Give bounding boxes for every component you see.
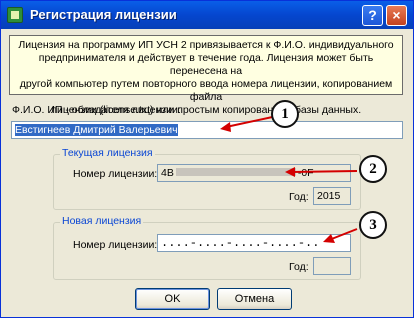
callout-badge-3: 3: [359, 211, 387, 239]
callout-arrow-2: [290, 170, 358, 173]
license-dialog: Регистрация лицензии ? × Лицензия на про…: [0, 0, 414, 318]
callout-arrowhead-2: [285, 167, 295, 177]
callout-arrow-1: [225, 115, 278, 128]
callout-arrowhead-1: [220, 122, 231, 132]
callout-arrow-3: [328, 228, 358, 241]
callout-badge-2: 2: [359, 155, 387, 183]
callout-arrows: [220, 115, 358, 243]
callout-badge-1: 1: [271, 100, 299, 128]
